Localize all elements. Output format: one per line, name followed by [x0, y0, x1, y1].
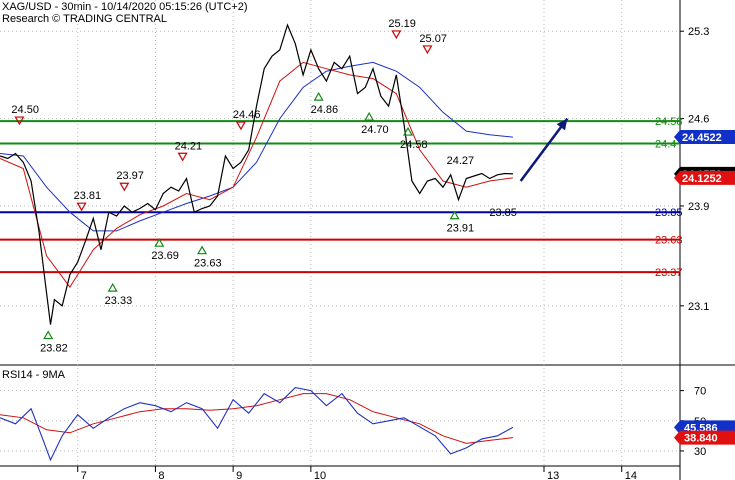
- support-level-label: 23.37: [655, 267, 683, 279]
- x-tick-label: 7: [81, 470, 87, 480]
- y-tick-label: 24.6: [688, 114, 709, 126]
- rsi-title: RSI14 - 9MA: [2, 369, 66, 381]
- slow-price-badge-label: 24.4522: [682, 132, 722, 144]
- rsi-ma-badge-label: 38.840: [684, 433, 718, 445]
- swing-low-label: 23.63: [194, 258, 222, 270]
- support-marker-icon: [43, 330, 54, 340]
- swing-low-label: 23.82: [40, 343, 68, 355]
- resistance-level-label: 24.4: [655, 139, 676, 151]
- pivot-level-label: 23.85: [655, 207, 683, 219]
- price-chart: 25.3 24.6 23.9 23.1 7 8 9 10 13 14 24.58 24.4 23.85 2…: [0, 0, 735, 480]
- rsi-tick-label: 70: [694, 386, 706, 398]
- x-tick-label: 13: [547, 470, 559, 480]
- y-tick-label: 23.9: [688, 201, 709, 213]
- swing-low-label: 24.70: [361, 124, 389, 136]
- swing-low-label: 23.69: [151, 250, 179, 262]
- rsi-line: [0, 387, 514, 462]
- rsi-tick-label: 30: [694, 446, 706, 458]
- forecast-arrow-shaft: [519, 117, 569, 182]
- resistance-marker-icon: [119, 182, 130, 192]
- x-tick-label: 14: [625, 470, 637, 480]
- price-annotation-label: 23.85: [489, 207, 517, 219]
- support-marker-icon: [107, 282, 118, 292]
- resistance-marker-icon: [422, 45, 433, 55]
- swing-high-label: 24.50: [11, 104, 39, 116]
- swing-low-label: 24.58: [400, 139, 428, 151]
- swing-high-label: 24.21: [175, 140, 203, 152]
- price-line: [0, 23, 513, 325]
- support-level-label: 23.63: [655, 235, 683, 247]
- resistance-marker-icon: [235, 121, 246, 131]
- swing-high-label: 25.07: [419, 33, 447, 45]
- swing-high-label: 23.81: [74, 190, 102, 202]
- support-marker-icon: [313, 91, 324, 101]
- resistance-marker-icon: [76, 202, 87, 212]
- resistance-level-label: 24.58: [655, 116, 683, 128]
- resistance-marker-icon: [177, 152, 188, 162]
- swing-high-label: 24.46: [233, 109, 261, 121]
- support-marker-icon: [364, 111, 375, 121]
- x-tick-label: 9: [236, 470, 242, 480]
- resistance-marker-icon: [391, 30, 402, 40]
- swing-high-label: 23.97: [116, 170, 144, 182]
- fast-price-badge-label: 24.1252: [682, 173, 722, 185]
- swing-low-label: 24.86: [311, 104, 339, 116]
- x-tick-label: 10: [314, 470, 326, 480]
- fast-ma-line: [0, 61, 513, 288]
- swing-high-label: 25.19: [388, 18, 416, 30]
- price-annotation-label: 24.27: [447, 155, 475, 167]
- support-marker-icon: [197, 245, 208, 255]
- y-tick-label: 25.3: [688, 26, 709, 38]
- x-tick-label: 8: [158, 470, 164, 480]
- swing-low-label: 23.91: [447, 223, 475, 235]
- swing-low-label: 23.33: [105, 295, 133, 307]
- y-tick-label: 23.1: [688, 301, 709, 313]
